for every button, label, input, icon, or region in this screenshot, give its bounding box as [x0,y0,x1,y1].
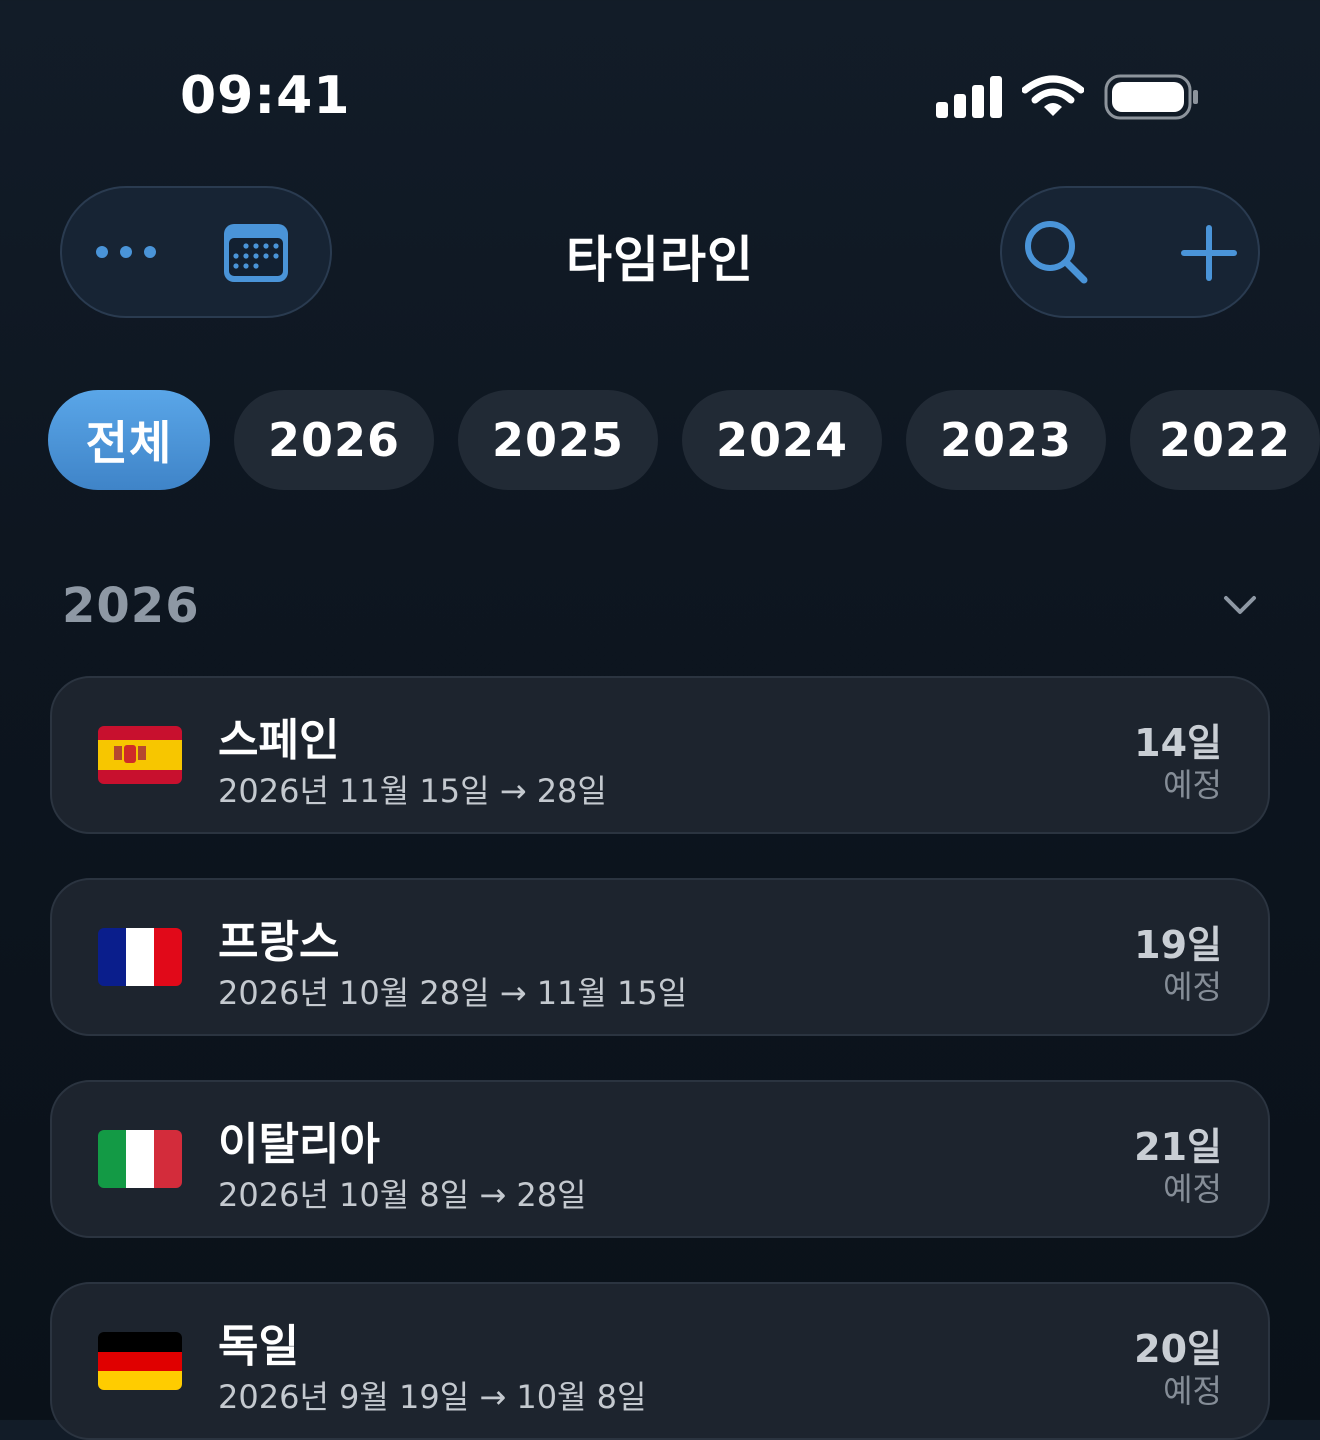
trip-status: 예정 [1163,968,1222,1006]
filter-chip-all[interactable]: 전체 [48,390,210,490]
trip-country: 독일 [218,1321,299,1372]
germany-flag [98,1332,182,1390]
wifi-icon [1022,75,1084,116]
trip-card-italy[interactable]: 이탈리아 2026년 10월 8일 → 28일 21일 예정 [50,1080,1270,1238]
search-icon[interactable] [1022,218,1092,288]
italy-flag [98,1130,182,1188]
trip-card-germany[interactable]: 독일 2026년 9월 19일 → 10월 8일 20일 예정 [50,1282,1270,1440]
trip-duration: 14일 [1134,721,1222,765]
trip-country: 프랑스 [218,917,340,968]
chevron-down-icon[interactable] [1220,590,1260,620]
france-flag [98,928,182,986]
trip-country: 이탈리아 [218,1119,380,1170]
section-title: 2026 [62,578,200,634]
trip-duration: 19일 [1134,923,1222,967]
trip-status: 예정 [1163,1170,1222,1208]
trip-duration: 21일 [1134,1125,1222,1169]
filter-chip-2026[interactable]: 2026 [234,390,434,490]
trip-card-spain[interactable]: 스페인 2026년 11월 15일 → 28일 14일 예정 [50,676,1270,834]
trip-dates: 2026년 10월 8일 → 28일 [218,1176,587,1214]
year-filter-bar: 전체 2026 2025 2024 2023 2022 [48,390,1320,492]
trip-status: 예정 [1163,1372,1222,1410]
trip-status: 예정 [1163,766,1222,804]
plus-icon[interactable] [1180,224,1238,282]
header-right-actions [1000,186,1260,318]
spain-flag [98,726,182,784]
filter-chip-2024[interactable]: 2024 [682,390,882,490]
filter-chip-2023[interactable]: 2023 [906,390,1106,490]
trip-dates: 2026년 9월 19일 → 10월 8일 [218,1378,647,1416]
status-time: 09:41 [180,66,351,126]
filter-chip-2022[interactable]: 2022 [1130,390,1320,490]
cellular-signal-icon [936,76,1004,118]
trip-country: 스페인 [218,715,340,766]
trip-duration: 20일 [1134,1327,1222,1371]
battery-icon [1104,74,1198,120]
trip-card-france[interactable]: 프랑스 2026년 10월 28일 → 11월 15일 19일 예정 [50,878,1270,1036]
filter-chip-2025[interactable]: 2025 [458,390,658,490]
trip-dates: 2026년 11월 15일 → 28일 [218,772,607,810]
trip-dates: 2026년 10월 28일 → 11월 15일 [218,974,688,1012]
